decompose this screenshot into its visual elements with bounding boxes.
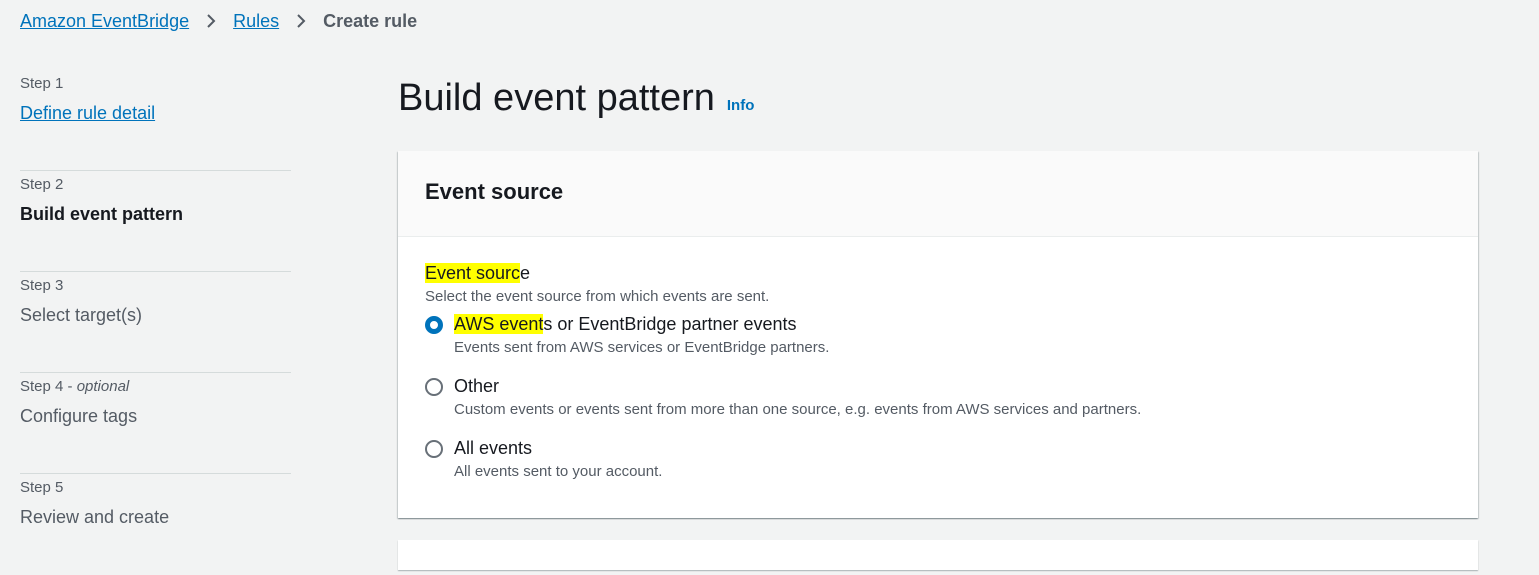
step-review-and-create: Review and create	[20, 507, 170, 527]
optional-label: optional	[76, 378, 130, 395]
field-description: Select the event source from which event…	[425, 288, 770, 305]
radio-button[interactable]	[425, 378, 443, 396]
step-2: Step 2 Build event pattern	[20, 171, 291, 272]
wizard-steps: Step 1 Define rule detail Step 2 Build e…	[20, 70, 291, 575]
radio-text: Other Custom events or events sent from …	[454, 373, 1141, 420]
chevron-right-icon	[279, 9, 323, 33]
radio-option-aws-events[interactable]: AWS events or EventBridge partner events…	[425, 311, 1451, 373]
container-body: Event source Select the event source fro…	[398, 237, 1478, 497]
info-link[interactable]: Info	[727, 97, 755, 114]
container-header: Event source	[398, 151, 1478, 237]
radio-label: All events	[454, 438, 533, 458]
step-current-build-event-pattern: Build event pattern	[20, 204, 184, 224]
step-number: Step 1	[20, 75, 64, 92]
step-number: Step 2	[20, 176, 64, 193]
step-select-targets: Select target(s)	[20, 305, 143, 325]
radio-description: All events sent to your account.	[454, 463, 663, 480]
step-5: Step 5 Review and create	[20, 474, 291, 575]
step-configure-tags: Configure tags	[20, 406, 138, 426]
radio-text: AWS events or EventBridge partner events…	[454, 311, 829, 358]
chevron-right-icon	[189, 9, 233, 33]
radio-description: Events sent from AWS services or EventBr…	[454, 339, 830, 356]
event-source-container: Event source Event source Select the eve…	[398, 151, 1478, 518]
radio-option-all-events[interactable]: All events All events sent to your accou…	[425, 435, 1451, 497]
highlighted-text: AWS event	[454, 314, 544, 334]
breadcrumb-current: Create rule	[323, 10, 418, 31]
event-source-radio-group: AWS events or EventBridge partner events…	[425, 311, 1451, 497]
step-4: Step 4 - optional Configure tags	[20, 373, 291, 474]
highlighted-text: Event sourc	[425, 263, 521, 283]
field-label-event-source: Event source	[425, 261, 530, 285]
radio-button-checked[interactable]	[425, 316, 443, 334]
radio-description: Custom events or events sent from more t…	[454, 401, 1142, 418]
next-container	[398, 540, 1478, 570]
breadcrumb: Amazon EventBridge Rules Create rule	[20, 9, 417, 33]
step-3: Step 3 Select target(s)	[20, 272, 291, 373]
step-number: Step 5	[20, 479, 64, 496]
step-number-text: Step 4 -	[20, 378, 77, 395]
label-rest: e	[520, 263, 531, 283]
step-number: Step 4 - optional	[20, 378, 291, 396]
radio-option-other[interactable]: Other Custom events or events sent from …	[425, 373, 1451, 435]
radio-text: All events All events sent to your accou…	[454, 435, 662, 482]
radio-button[interactable]	[425, 440, 443, 458]
breadcrumb-eventbridge-link[interactable]: Amazon EventBridge	[20, 11, 189, 32]
page-header: Build event pattern Info	[398, 74, 754, 122]
step-link-define-rule-detail[interactable]: Define rule detail	[20, 101, 291, 125]
radio-label: AWS events or EventBridge partner events	[454, 311, 829, 337]
breadcrumb-rules-link[interactable]: Rules	[233, 11, 279, 32]
label-rest: s or EventBridge partner events	[543, 314, 797, 334]
radio-label: Other	[454, 376, 500, 396]
page-title: Build event pattern	[398, 77, 715, 119]
step-1: Step 1 Define rule detail	[20, 70, 291, 171]
container-title: Event source	[425, 179, 564, 204]
step-number: Step 3	[20, 277, 64, 294]
